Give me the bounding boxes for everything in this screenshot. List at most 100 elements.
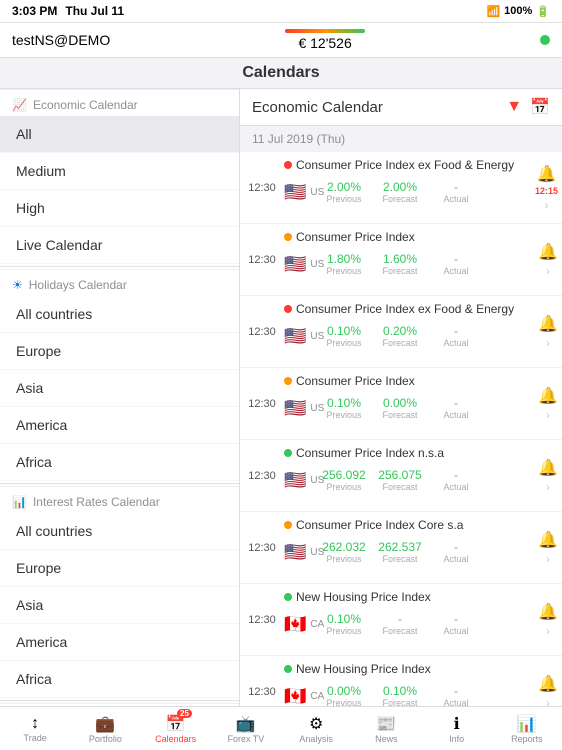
nav-news[interactable]: 📰 News <box>351 707 421 750</box>
stat-forecast: 262.537 Forecast <box>376 540 424 564</box>
event-right[interactable]: 🔔 › <box>534 296 562 367</box>
event-right[interactable]: 🔔 › <box>534 512 562 583</box>
forecast-label: Forecast <box>382 410 417 420</box>
nav-trade[interactable]: ↕ Trade <box>0 707 70 750</box>
bell-icon[interactable]: 🔔 <box>538 386 558 406</box>
event-row[interactable]: 12:30 Consumer Price Index 🇺🇸 US 0.10% P… <box>240 368 562 440</box>
event-main: Consumer Price Index 🇺🇸 US 0.10% Previou… <box>284 368 534 439</box>
event-stats: 256.092 Previous 256.075 Forecast - Actu… <box>320 468 530 492</box>
event-row[interactable]: 12:30 New Housing Price Index 🇨🇦 CA 0.10… <box>240 584 562 656</box>
country-flag: 🇺🇸 <box>284 398 306 419</box>
nav-forextv[interactable]: 📺 Forex TV <box>211 707 281 750</box>
bell-icon[interactable]: 🔔 <box>538 458 558 478</box>
chevron-right-icon: › <box>546 408 550 422</box>
previous-value: 1.80% <box>327 252 361 266</box>
connection-indicator <box>540 35 550 45</box>
event-row[interactable]: 12:30 Consumer Price Index Core s.a 🇺🇸 U… <box>240 512 562 584</box>
importance-dot <box>284 377 292 385</box>
event-row[interactable]: 12:30 Consumer Price Index 🇺🇸 US 1.80% P… <box>240 224 562 296</box>
sidebar-item-live-calendar[interactable]: Live Calendar <box>0 227 239 264</box>
stat-previous: 0.10% Previous <box>320 612 368 636</box>
country-flag: 🇺🇸 <box>284 470 306 491</box>
news-label: News <box>375 734 398 744</box>
time-badge: 12:15 <box>535 186 558 196</box>
stat-previous: 0.10% Previous <box>320 396 368 420</box>
country-flag: 🇨🇦 <box>284 686 306 707</box>
nav-calendars[interactable]: 📅 25 Calendars <box>141 707 211 750</box>
sidebar-item-america[interactable]: America <box>0 407 239 444</box>
event-right[interactable]: 🔔 12:15 › <box>531 152 562 223</box>
sidebar-item-europe[interactable]: Europe <box>0 333 239 370</box>
event-row[interactable]: 12:30 Consumer Price Index ex Food & Ene… <box>240 152 562 224</box>
bell-icon[interactable]: 🔔 <box>538 242 558 262</box>
event-right[interactable]: 🔔 › <box>534 584 562 655</box>
bell-icon[interactable]: 🔔 <box>538 314 558 334</box>
trade-icon: ↕ <box>31 715 39 733</box>
event-title: Consumer Price Index <box>296 374 415 388</box>
sidebar-item-high[interactable]: High <box>0 190 239 227</box>
sidebar-item-asia[interactable]: Asia <box>0 370 239 407</box>
chevron-right-icon: › <box>546 552 550 566</box>
event-title: New Housing Price Index <box>296 662 431 676</box>
calendar-toggle-icon[interactable]: 📅 <box>530 97 550 117</box>
sidebar-item-interest-africa[interactable]: Africa <box>0 661 239 698</box>
event-title: Consumer Price Index ex Food & Energy <box>296 158 514 172</box>
portfolio-icon: 💼 <box>95 714 115 734</box>
bell-icon[interactable]: 🔔 <box>538 530 558 550</box>
event-content: 🇨🇦 CA 0.10% Previous - Forecast - Actual <box>284 608 530 640</box>
economic-section-label: Economic Calendar <box>33 98 138 112</box>
analysis-label: Analysis <box>299 734 333 744</box>
chevron-right-icon: › <box>544 198 548 212</box>
sidebar-item-medium[interactable]: Medium <box>0 153 239 190</box>
nav-portfolio[interactable]: 💼 Portfolio <box>70 707 140 750</box>
event-stats: 0.10% Previous 0.20% Forecast - Actual <box>320 324 530 348</box>
sidebar-item-all-countries[interactable]: All countries <box>0 296 239 333</box>
event-row[interactable]: 12:30 Consumer Price Index ex Food & Ene… <box>240 296 562 368</box>
event-title: Consumer Price Index n.s.a <box>296 446 444 460</box>
previous-value: 0.00% <box>327 684 361 698</box>
event-flag: 🇺🇸 US <box>284 326 320 347</box>
stat-forecast: 0.00% Forecast <box>376 396 424 420</box>
actual-value: - <box>454 468 458 482</box>
nav-analysis[interactable]: ⚙ Analysis <box>281 707 351 750</box>
sidebar-item-all[interactable]: All <box>0 116 239 153</box>
info-label: Info <box>449 734 464 744</box>
actual-label: Actual <box>443 626 468 636</box>
filter-icon[interactable]: ▼ <box>506 98 522 116</box>
sidebar-item-africa[interactable]: Africa <box>0 444 239 481</box>
actual-value: - <box>454 252 458 266</box>
forextv-label: Forex TV <box>227 734 264 744</box>
event-flag: 🇨🇦 CA <box>284 686 320 707</box>
nav-info[interactable]: ℹ Info <box>422 707 492 750</box>
stat-forecast: 0.20% Forecast <box>376 324 424 348</box>
event-title: Consumer Price Index ex Food & Energy <box>296 302 514 316</box>
event-time: 12:30 <box>240 152 284 223</box>
sidebar-item-interest-america[interactable]: America <box>0 624 239 661</box>
event-row[interactable]: 12:30 New Housing Price Index 🇨🇦 CA 0.00… <box>240 656 562 707</box>
event-flag: 🇺🇸 US <box>284 470 320 491</box>
event-stats: 0.00% Previous 0.10% Forecast - Actual <box>320 684 530 707</box>
event-row[interactable]: 12:30 Consumer Price Index n.s.a 🇺🇸 US 2… <box>240 440 562 512</box>
bell-icon[interactable]: 🔔 <box>537 164 557 184</box>
actual-value: - <box>454 612 458 626</box>
event-right[interactable]: 🔔 › <box>534 368 562 439</box>
sidebar-item-interest-asia[interactable]: Asia <box>0 587 239 624</box>
event-main: Consumer Price Index ex Food & Energy 🇺🇸… <box>284 296 534 367</box>
stat-previous: 256.092 Previous <box>320 468 368 492</box>
forecast-value: 0.20% <box>383 324 417 338</box>
sidebar-item-interest-all-countries[interactable]: All countries <box>0 513 239 550</box>
bell-icon[interactable]: 🔔 <box>538 602 558 622</box>
stat-forecast: 1.60% Forecast <box>376 252 424 276</box>
status-bar: 3:03 PM Thu Jul 11 📶 100% 🔋 <box>0 0 562 23</box>
sidebar-item-interest-europe[interactable]: Europe <box>0 550 239 587</box>
bell-icon[interactable]: 🔔 <box>538 674 558 694</box>
status-date: Thu Jul 11 <box>65 4 124 18</box>
nav-reports[interactable]: 📊 Reports <box>492 707 562 750</box>
trade-label: Trade <box>24 733 47 743</box>
event-right[interactable]: 🔔 › <box>534 656 562 707</box>
event-time: 12:30 <box>240 656 284 707</box>
event-right[interactable]: 🔔 › <box>534 440 562 511</box>
previous-label: Previous <box>326 554 361 564</box>
event-right[interactable]: 🔔 › <box>534 224 562 295</box>
event-stats: 2.00% Previous 2.00% Forecast - Actual <box>320 180 527 204</box>
